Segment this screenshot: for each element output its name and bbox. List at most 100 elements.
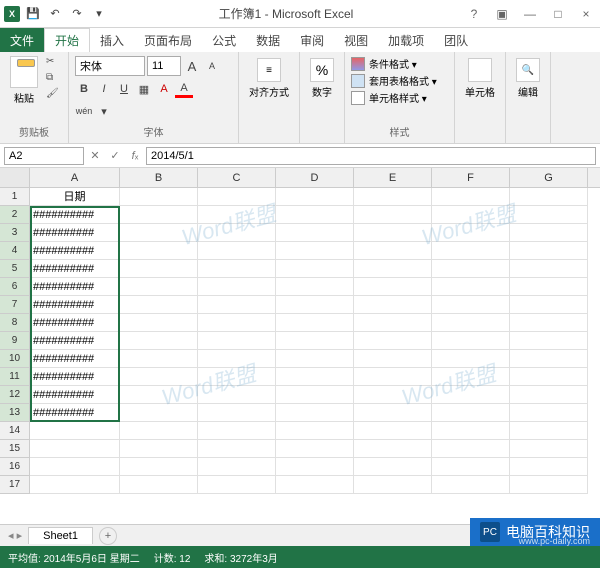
format-painter-icon[interactable]: 🖌 bbox=[46, 88, 62, 102]
table-format-button[interactable]: 套用表格格式 ▾ bbox=[351, 73, 448, 88]
cell[interactable] bbox=[510, 206, 588, 224]
cell[interactable] bbox=[354, 386, 432, 404]
cell[interactable] bbox=[198, 260, 276, 278]
cell[interactable] bbox=[198, 242, 276, 260]
cell[interactable] bbox=[276, 260, 354, 278]
cell[interactable] bbox=[120, 260, 198, 278]
tab-home[interactable]: 开始 bbox=[44, 28, 90, 52]
tab-insert[interactable]: 插入 bbox=[90, 28, 134, 52]
cell[interactable] bbox=[354, 458, 432, 476]
col-header-b[interactable]: B bbox=[120, 168, 198, 187]
ruby-icon[interactable]: wén bbox=[75, 102, 93, 120]
cell[interactable] bbox=[120, 278, 198, 296]
col-header-d[interactable]: D bbox=[276, 168, 354, 187]
cell[interactable] bbox=[432, 224, 510, 242]
cell[interactable] bbox=[432, 242, 510, 260]
cell[interactable] bbox=[432, 368, 510, 386]
cell[interactable] bbox=[30, 422, 120, 440]
cell[interactable] bbox=[198, 188, 276, 206]
enter-icon[interactable]: ✓ bbox=[106, 147, 124, 165]
cell[interactable]: ########## bbox=[30, 260, 120, 278]
cell[interactable] bbox=[354, 350, 432, 368]
cell[interactable] bbox=[510, 260, 588, 278]
qat-dropdown-icon[interactable]: ▾ bbox=[90, 5, 108, 23]
tab-review[interactable]: 审阅 bbox=[290, 28, 334, 52]
cell[interactable] bbox=[510, 332, 588, 350]
sheet-nav[interactable]: ◂ ▸ bbox=[8, 529, 22, 542]
row-header[interactable]: 9 bbox=[0, 332, 30, 350]
grow-font-icon[interactable]: A bbox=[183, 57, 201, 75]
font-color-icon[interactable]: A bbox=[175, 80, 193, 98]
row-header[interactable]: 15 bbox=[0, 440, 30, 458]
cell[interactable] bbox=[120, 224, 198, 242]
cell[interactable] bbox=[432, 206, 510, 224]
cell[interactable] bbox=[510, 278, 588, 296]
tab-view[interactable]: 视图 bbox=[334, 28, 378, 52]
cell[interactable] bbox=[276, 368, 354, 386]
cell[interactable] bbox=[432, 422, 510, 440]
cell[interactable] bbox=[30, 458, 120, 476]
cell[interactable]: ########## bbox=[30, 314, 120, 332]
cell[interactable] bbox=[120, 296, 198, 314]
cell[interactable]: ########## bbox=[30, 206, 120, 224]
cell[interactable] bbox=[30, 440, 120, 458]
name-box[interactable]: A2 bbox=[4, 147, 84, 165]
cell[interactable] bbox=[198, 224, 276, 242]
cell[interactable] bbox=[276, 206, 354, 224]
row-header[interactable]: 3 bbox=[0, 224, 30, 242]
cell[interactable] bbox=[432, 386, 510, 404]
cell[interactable]: ########## bbox=[30, 332, 120, 350]
cells-area[interactable]: 日期######################################… bbox=[30, 188, 600, 494]
cell[interactable] bbox=[276, 350, 354, 368]
row-header[interactable]: 10 bbox=[0, 350, 30, 368]
cell[interactable] bbox=[432, 440, 510, 458]
col-header-c[interactable]: C bbox=[198, 168, 276, 187]
cell[interactable] bbox=[120, 458, 198, 476]
cell[interactable] bbox=[276, 332, 354, 350]
cell[interactable] bbox=[120, 404, 198, 422]
cell[interactable] bbox=[354, 422, 432, 440]
maximize-button[interactable]: □ bbox=[548, 4, 568, 24]
cell[interactable] bbox=[198, 368, 276, 386]
cell[interactable] bbox=[510, 440, 588, 458]
cells-button[interactable]: 单元格 bbox=[461, 56, 499, 101]
cell[interactable] bbox=[198, 404, 276, 422]
cell[interactable] bbox=[120, 422, 198, 440]
cell[interactable] bbox=[120, 386, 198, 404]
cell[interactable] bbox=[354, 440, 432, 458]
cell[interactable] bbox=[510, 404, 588, 422]
row-header[interactable]: 4 bbox=[0, 242, 30, 260]
cell[interactable] bbox=[510, 386, 588, 404]
paste-button[interactable]: 粘贴 bbox=[6, 56, 42, 122]
minimize-button[interactable]: — bbox=[520, 4, 540, 24]
cell[interactable] bbox=[354, 278, 432, 296]
cell[interactable] bbox=[198, 422, 276, 440]
cell[interactable] bbox=[120, 188, 198, 206]
row-header[interactable]: 8 bbox=[0, 314, 30, 332]
cell[interactable] bbox=[510, 476, 588, 494]
border-dropdown-icon[interactable]: ▾ bbox=[95, 102, 113, 120]
tab-data[interactable]: 数据 bbox=[246, 28, 290, 52]
cell[interactable]: ########## bbox=[30, 224, 120, 242]
spreadsheet-grid[interactable]: A B C D E F G 1234567891011121314151617 … bbox=[0, 168, 600, 524]
cell[interactable] bbox=[354, 368, 432, 386]
cell[interactable] bbox=[198, 332, 276, 350]
cell[interactable]: ########## bbox=[30, 296, 120, 314]
cell[interactable] bbox=[354, 260, 432, 278]
cell[interactable] bbox=[198, 440, 276, 458]
cell[interactable] bbox=[276, 404, 354, 422]
cell[interactable] bbox=[354, 404, 432, 422]
fx-icon[interactable]: fₓ bbox=[126, 147, 144, 165]
bold-button[interactable]: B bbox=[75, 80, 93, 98]
cell[interactable] bbox=[432, 188, 510, 206]
underline-button[interactable]: U bbox=[115, 80, 133, 98]
cell[interactable] bbox=[354, 206, 432, 224]
row-header[interactable]: 11 bbox=[0, 368, 30, 386]
col-header-e[interactable]: E bbox=[354, 168, 432, 187]
conditional-format-button[interactable]: 条件格式 ▾ bbox=[351, 56, 448, 71]
row-header[interactable]: 13 bbox=[0, 404, 30, 422]
cell[interactable]: ########## bbox=[30, 368, 120, 386]
cell[interactable] bbox=[276, 440, 354, 458]
col-header-f[interactable]: F bbox=[432, 168, 510, 187]
cell[interactable] bbox=[198, 278, 276, 296]
